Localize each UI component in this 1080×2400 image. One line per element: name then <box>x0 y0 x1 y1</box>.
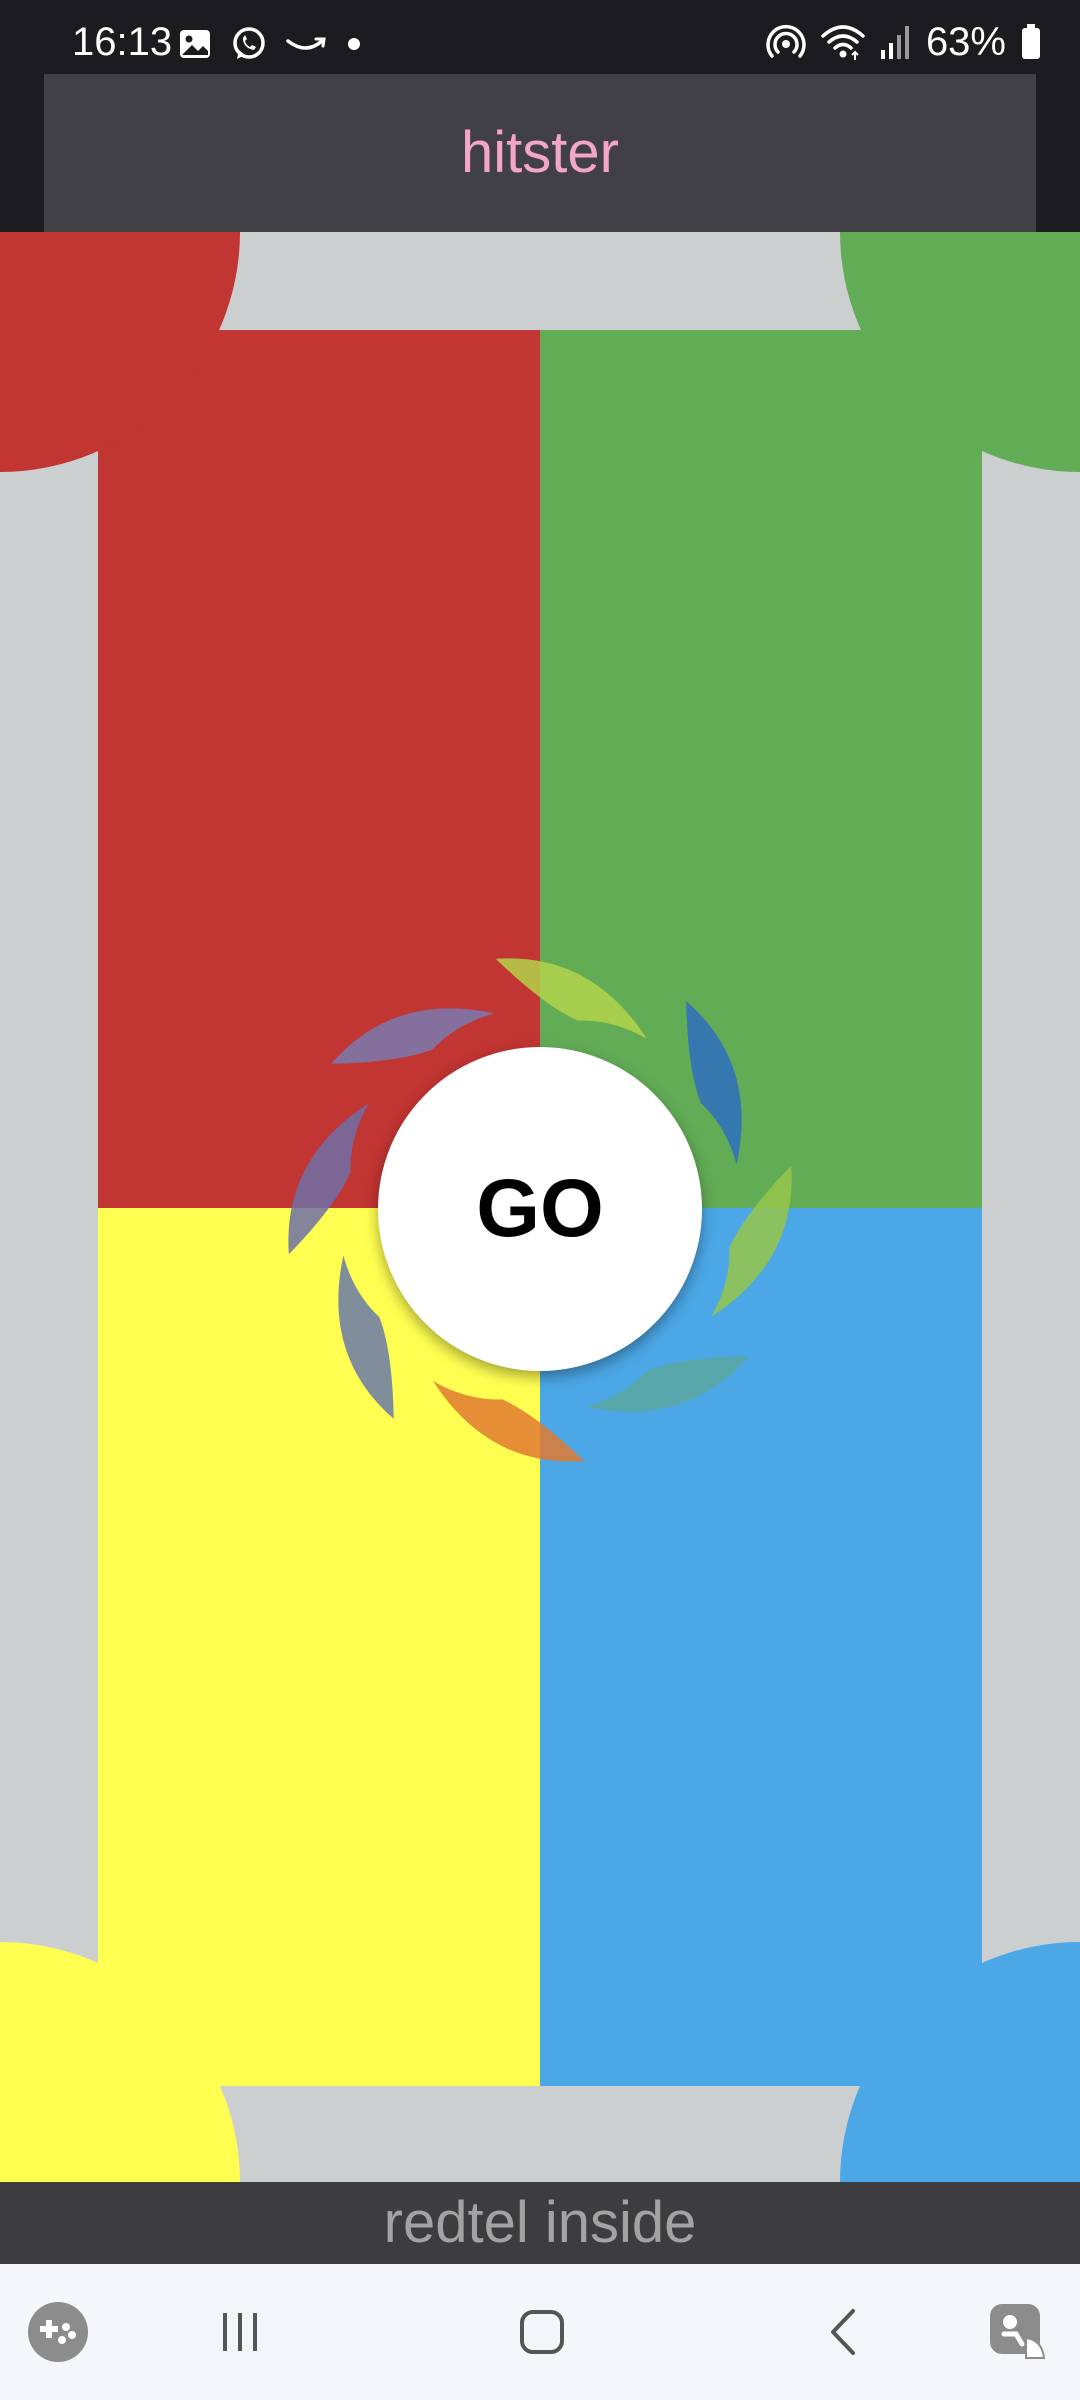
gallery-icon <box>180 30 210 58</box>
navigation-bar <box>0 2264 1080 2400</box>
swirl-arm <box>711 1165 792 1317</box>
swirl-arm <box>495 958 647 1039</box>
recent-apps-icon <box>223 2313 257 2351</box>
battery-percent: 63% <box>925 20 1006 64</box>
app-bar: hitster <box>44 74 1036 232</box>
wifi-icon <box>821 25 865 60</box>
battery-icon <box>1022 24 1040 59</box>
hotspot-icon <box>766 25 806 58</box>
status-bar: 16:13 63% <box>0 0 1080 84</box>
footer-text: redtel inside <box>383 2190 697 2255</box>
whatsapp-icon <box>233 27 265 59</box>
back-button[interactable] <box>804 2292 884 2372</box>
notification-icons <box>178 22 364 66</box>
signal-icon <box>880 26 909 59</box>
swirl-arm <box>433 1381 585 1462</box>
swirl-arm <box>288 1103 369 1255</box>
go-button[interactable]: GO <box>378 1047 702 1371</box>
home-icon <box>520 2310 564 2354</box>
go-label: GO <box>476 1163 604 1254</box>
status-time: 16:13 <box>72 20 173 64</box>
game-launcher-icon <box>28 2302 88 2362</box>
game-launcher-button[interactable] <box>18 2292 98 2372</box>
accessibility-button[interactable] <box>978 2292 1058 2372</box>
system-icons: 63% <box>766 16 1042 68</box>
dot-icon <box>348 38 360 50</box>
back-icon <box>831 2309 855 2355</box>
amazon-icon <box>286 37 326 50</box>
home-button[interactable] <box>502 2292 582 2372</box>
accessibility-icon <box>990 2304 1046 2359</box>
recent-apps-button[interactable] <box>200 2292 280 2372</box>
footer-banner: redtel inside <box>0 2182 1080 2264</box>
game-board: GO <box>0 232 1080 2182</box>
app-title: hitster <box>461 120 619 185</box>
